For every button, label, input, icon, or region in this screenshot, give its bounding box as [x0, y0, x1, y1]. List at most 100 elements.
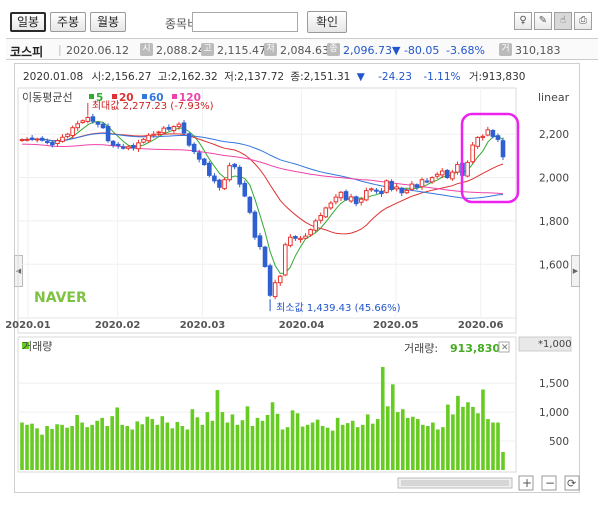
price-chart[interactable]: 2020.01.08 시:2,156.27 고:2,162.32 저:2,137… [0, 0, 610, 507]
candle-body [282, 244, 288, 276]
volume-bar [95, 420, 99, 470]
ma-line-20 [21, 132, 504, 235]
candle-body [490, 130, 496, 137]
volume-bar [80, 422, 84, 470]
candle-body [75, 123, 80, 129]
candle-body [65, 133, 70, 138]
candle-body [126, 146, 131, 149]
volume-tick-label: 1,000 [539, 407, 569, 419]
candle-body [181, 122, 187, 134]
refresh-icon[interactable]: ⟳ [567, 477, 576, 490]
volume-bar [210, 420, 215, 470]
volume-bar [215, 390, 220, 470]
volume-bar [120, 424, 125, 470]
volume-bar [501, 452, 505, 470]
candle-body [110, 140, 116, 146]
volume-bar [395, 412, 400, 470]
candle-body [348, 196, 354, 202]
volume-bar [50, 428, 54, 470]
candle-body [470, 144, 475, 163]
volume-bar [456, 395, 460, 470]
candle-body [353, 196, 359, 205]
volume-bar [75, 415, 79, 470]
candle-body [196, 152, 202, 160]
candle-body [136, 142, 141, 150]
candle-body [105, 125, 111, 142]
plus-icon[interactable]: + [522, 476, 532, 490]
candle-body [50, 141, 55, 146]
min-annotation: 최소값 1,439.43 (45.66%) [269, 299, 401, 314]
candle-body [445, 169, 450, 179]
candle-body [201, 158, 207, 166]
scrollbar-thumb[interactable] [401, 480, 509, 486]
candle-body [369, 188, 374, 191]
candle-body [298, 237, 303, 241]
x-tick-label: 2020.06 [458, 320, 504, 331]
volume-bar [390, 384, 395, 470]
candle-body [60, 136, 65, 142]
volume-bar [315, 419, 320, 470]
hover-low-label: 저: [224, 71, 237, 83]
volume-bar [426, 426, 430, 470]
candle-body [475, 136, 480, 147]
x-tick-label: 2020.03 [180, 320, 226, 331]
volume-bar [150, 419, 155, 470]
max-annotation: 최대값 2,277.23 (-7.93%) [87, 100, 214, 115]
volume-bar [270, 402, 275, 470]
volume-bar [265, 415, 270, 470]
volume-bar [461, 406, 465, 470]
x-tick-label: 2020.05 [373, 320, 419, 331]
candle-body [29, 137, 35, 140]
volume-bar [320, 426, 325, 470]
y-tick-label: 2,200 [539, 129, 569, 141]
volume-bar [125, 426, 130, 470]
volume-bar [185, 429, 190, 470]
volume-bar [481, 389, 485, 470]
minus-icon[interactable]: − [545, 476, 555, 490]
candle-body [404, 190, 410, 194]
candle-body [262, 246, 268, 267]
volume-bar [340, 424, 345, 470]
hover-open: 2,156.27 [105, 71, 152, 83]
moving-average-lines [21, 120, 504, 274]
volume-bar [310, 422, 315, 470]
volume-title: 거래량 [22, 340, 52, 353]
volume-tick-label: 1,500 [539, 378, 569, 390]
candle-body [120, 146, 126, 149]
volume-bar [225, 422, 230, 470]
candle-body [439, 170, 445, 176]
volume-bar [280, 429, 285, 470]
candle-body [394, 186, 399, 190]
candle-body [465, 161, 470, 177]
candle-body [414, 184, 420, 188]
volume-bar [476, 413, 480, 470]
volume-bar [436, 429, 440, 470]
candle-body [318, 215, 324, 221]
candle-body [85, 116, 91, 122]
volume-bar [55, 424, 59, 470]
volume-bar [200, 424, 205, 470]
hover-date: 2020.01.08 [23, 71, 83, 83]
volume-bar [90, 424, 94, 470]
candle-body [434, 173, 440, 177]
volume-bar [180, 426, 185, 470]
hover-low: 2,137.72 [237, 71, 284, 83]
volume-bar [416, 419, 420, 470]
candle-body [242, 182, 248, 197]
candle-body [267, 265, 273, 296]
candle-body [485, 129, 491, 136]
volume-bar [491, 422, 495, 470]
close-icon[interactable]: ✕ [501, 343, 509, 353]
hover-volume: 913,830 [482, 71, 525, 83]
volume-bar [295, 413, 300, 470]
volume-bar [85, 427, 89, 470]
hover-arrow: ▼ [357, 71, 366, 83]
volume-bar [205, 412, 210, 470]
volume-bar [105, 426, 109, 470]
volume-bar [110, 416, 114, 470]
volume-bar [140, 424, 145, 470]
ma-legend-label: 이동평균선 [22, 91, 73, 104]
volume-bar [385, 406, 390, 470]
volume-bar [235, 424, 240, 470]
volume-bar [305, 424, 310, 470]
